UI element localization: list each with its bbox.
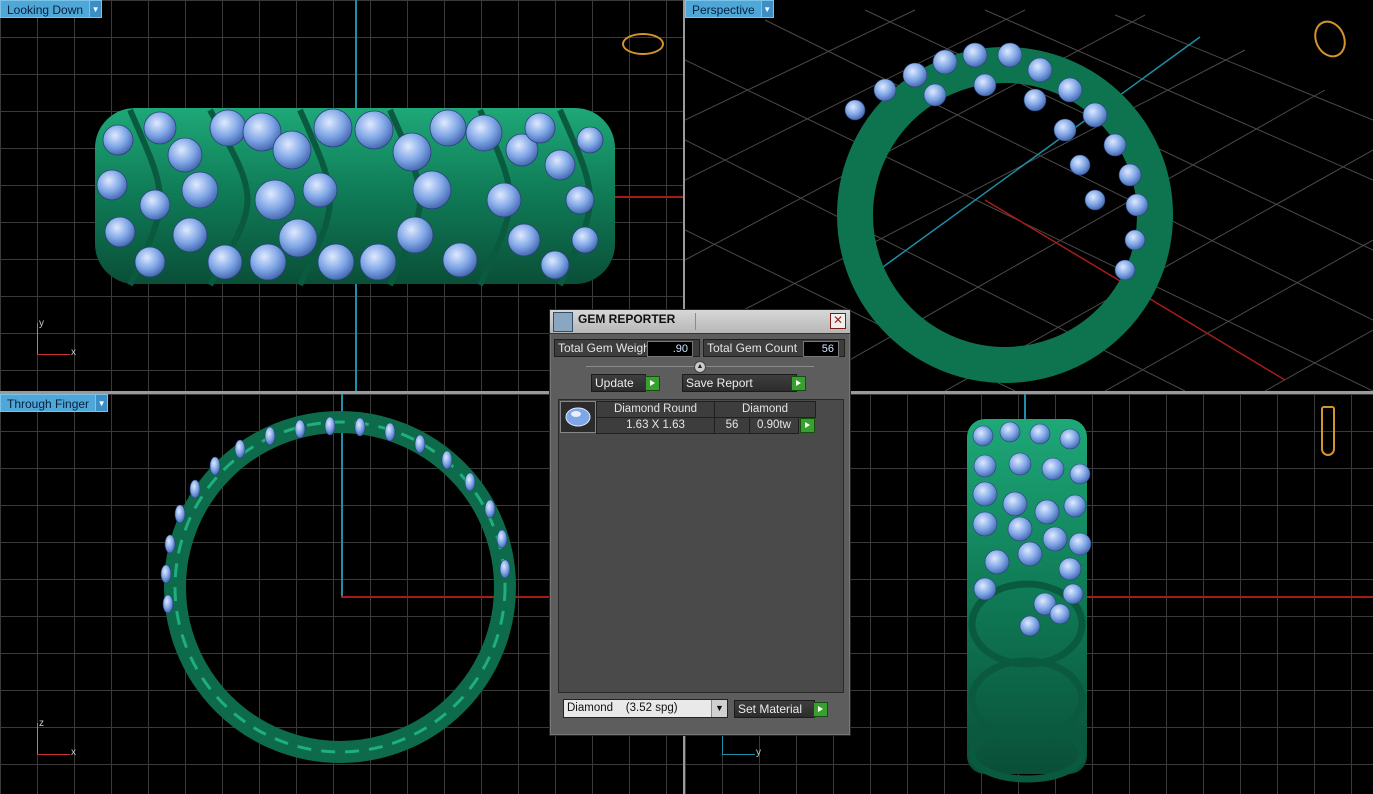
play-icon[interactable]	[813, 702, 828, 717]
play-icon[interactable]	[791, 376, 806, 391]
collapse-handle[interactable]: ▲	[586, 361, 814, 373]
axis-gizmo-label-horizontal: y	[756, 747, 761, 758]
ring-orientation-icon	[1321, 406, 1335, 456]
save-report-button[interactable]: Save Report	[682, 374, 797, 392]
ring-orientation-icon	[622, 33, 664, 55]
gem-list[interactable]: Diamond Round Diamond 1.63 X 1.63 56 0.9…	[558, 399, 844, 693]
viewport-label-text: Perspective	[685, 0, 762, 18]
chevron-down-icon[interactable]: ▼	[90, 0, 103, 18]
gem-shape-cell: Diamond Round	[596, 401, 715, 418]
axis-gizmo-horizontal	[37, 354, 70, 355]
axis-gizmo-vertical	[37, 723, 38, 755]
total-gem-weight-value: .90	[647, 341, 693, 357]
axis-gizmo-horizontal	[722, 754, 755, 755]
viewport-label-text: Through Finger	[0, 394, 97, 412]
gem-size-cell: 1.63 X 1.63	[596, 417, 715, 434]
gem-weight-cell: 0.90tw	[749, 417, 799, 434]
set-material-button[interactable]: Set Material	[734, 700, 815, 718]
material-select[interactable]: Diamond (3.52 spg) ▼	[563, 699, 728, 718]
axis-gizmo-label-vertical: z	[39, 718, 44, 729]
chevron-down-icon[interactable]: ▼	[711, 700, 727, 717]
title-separator	[695, 313, 696, 330]
update-button[interactable]: Update	[591, 374, 646, 392]
axis-gizmo: z x	[32, 718, 82, 758]
chevron-up-icon[interactable]: ▲	[694, 361, 706, 373]
axis-gizmo: y x	[32, 318, 82, 358]
chevron-down-icon[interactable]: ▼	[96, 394, 109, 412]
axis-gizmo-label-vertical: y	[39, 318, 44, 329]
viewport-label[interactable]: Perspective ▼	[685, 0, 774, 18]
play-icon[interactable]	[645, 376, 660, 391]
chevron-down-icon[interactable]: ▼	[761, 0, 774, 18]
viewport-label-text: Looking Down	[0, 0, 91, 18]
close-icon[interactable]: ✕	[830, 313, 846, 329]
viewport-label[interactable]: Through Finger ▼	[0, 394, 109, 412]
axis-gizmo-label-horizontal: x	[71, 347, 76, 358]
axis-gizmo-horizontal	[37, 754, 70, 755]
gem-reporter-icon	[553, 312, 573, 332]
dialog-title-bar[interactable]: GEM REPORTER ✕	[550, 310, 850, 334]
gem-count-cell: 56	[714, 417, 750, 434]
play-icon[interactable]	[800, 418, 815, 433]
gem-reporter-dialog: GEM REPORTER ✕ Total Gem Weight .90 Tota…	[549, 309, 851, 736]
material-select-value: Diamond (3.52 spg)	[567, 702, 678, 714]
viewport-label[interactable]: Looking Down ▼	[0, 0, 103, 18]
axis-gizmo-vertical	[37, 323, 38, 355]
axis-gizmo-label-horizontal: x	[71, 747, 76, 758]
dialog-title: GEM REPORTER	[578, 312, 676, 326]
total-gem-count-value: 56	[803, 341, 839, 357]
round-diamond-icon	[565, 407, 591, 427]
gem-thumbnail	[560, 401, 596, 433]
gem-material-cell: Diamond	[714, 401, 816, 418]
